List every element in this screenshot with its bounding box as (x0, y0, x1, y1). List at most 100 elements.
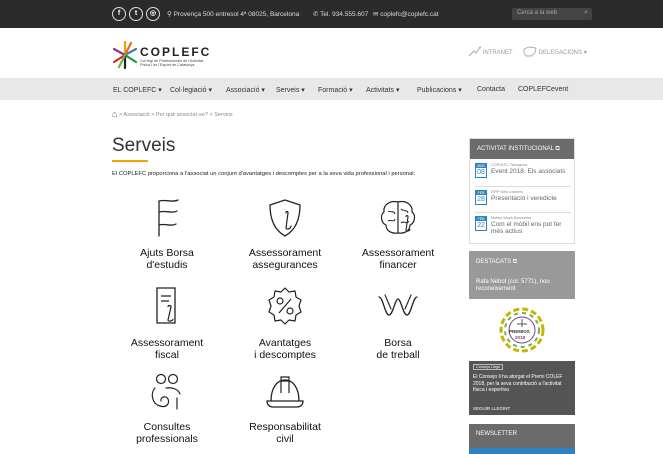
scholarship-icon (158, 199, 179, 237)
nav-label: Associació (226, 87, 260, 94)
phone-icon: ✆ (313, 11, 319, 18)
consultation-people-icon (151, 373, 181, 410)
site-logo[interactable]: COPLEFC Col·legi de Professionals de l'A… (112, 38, 252, 72)
chevron-down-icon: ▾ (301, 87, 305, 94)
facebook-icon[interactable]: f (112, 7, 126, 21)
catalonia-map-icon (523, 46, 537, 57)
breadcrumb: ⌂ > Associació > Per què associar-se? > … (112, 109, 233, 119)
service-label: Avantatges i descomptes (254, 337, 316, 361)
chevron-down-icon: ▾ (208, 87, 213, 94)
nav-item-publicacions[interactable]: Publicacions ▾ (417, 86, 462, 94)
nav-item-formacio[interactable]: Formació ▾ (318, 86, 353, 94)
chevron-down-icon: ▾ (261, 87, 265, 94)
service-label: Consultes professionals (136, 421, 198, 445)
event-title: Com el mòbil ens pot fer més actius (491, 221, 562, 235)
search-placeholder: Cerca a la web (517, 10, 558, 16)
address-info: ⚲ Provença 500 entresol 4ª 08025, Barcel… (167, 10, 299, 18)
nav-item-associacio[interactable]: Associació ▾ (226, 86, 265, 94)
destacat-image: PREMIOS 2018 (469, 299, 575, 361)
event-date: MAR 08 (475, 163, 487, 178)
service-avantatges-descomptes[interactable]: Avantatges i descomptes (230, 285, 340, 361)
hard-hat-icon (266, 376, 304, 408)
event-item[interactable]: FEB 28 FIPP New Leaders Presentació i ve… (475, 190, 571, 212)
phone-text: Tel. 934.555.607 (320, 11, 369, 18)
home-icon[interactable]: ⌂ (112, 109, 117, 119)
logo-subtitle: Col·legi de Professionals de l'Activitat… (140, 59, 230, 67)
nav-label: Activitats (366, 87, 395, 94)
chevron-down-icon: ▾ (583, 50, 587, 56)
activitat-header[interactable]: ACTIVITAT INSTITUCIONAL ⧉ (470, 139, 574, 159)
event-category: COPLEFC Tarragona (491, 163, 528, 167)
nav-item-col-legiacio[interactable]: Col·legiació ▾ (170, 86, 212, 94)
nav-label: Formació (318, 87, 348, 94)
nav-label: Contacta (477, 86, 506, 93)
service-responsabilitat-civil[interactable]: Responsabilitat civil (230, 371, 340, 445)
email-info[interactable]: ✉ coplefc@coplefc.cat (373, 10, 439, 18)
breadcrumb-item[interactable]: Associació (123, 112, 149, 118)
intro-text: El COPLEFC proporciona a l'associat un c… (112, 171, 416, 177)
external-link-icon: ⧉ (512, 259, 518, 265)
divider (475, 212, 571, 213)
service-ajuts-borsa[interactable]: Ajuts Borsa d'estudis (112, 197, 222, 271)
event-title: Event 2018. Els associats (491, 168, 566, 175)
service-consultes-professionals[interactable]: Consultes professionals (112, 371, 222, 445)
service-assessorament-assegurances[interactable]: Assessorament assegurances (230, 197, 340, 271)
page-title: Serveis (112, 135, 176, 156)
discount-percent-icon (268, 287, 302, 325)
nav-item-contacta[interactable]: Contacta (477, 86, 505, 93)
badge-text: PREMIOS (509, 329, 530, 334)
delegacions-label: DELEGACIONS (538, 50, 583, 56)
nav-label: Serveis (276, 87, 300, 94)
breadcrumb-item[interactable]: Per què associar-se? (156, 112, 208, 118)
financial-brain-icon (380, 200, 416, 234)
read-more-link[interactable]: SEGUIR LLEGINT (473, 406, 510, 411)
instagram-icon[interactable]: ◎ (146, 7, 160, 21)
logo-subtitle-line2: Física i de l'Esport de Catalunya (140, 63, 195, 67)
intranet-link[interactable]: INTRANET (468, 46, 513, 57)
nav-item-activitats[interactable]: Activitats ▾ (366, 86, 399, 94)
event-category: Mobile Week Barcelona (491, 216, 532, 220)
news-tag: Consejo Llegir (473, 364, 504, 370)
search-icon[interactable]: ⌕ (584, 9, 588, 17)
destacat-text: Rafa Nebot (col. 5771), nou reconeixemen… (476, 279, 550, 292)
event-item[interactable]: MAR 08 COPLEFC Tarragona Event 2018. Els… (475, 163, 571, 185)
chevron-down-icon: ▾ (158, 87, 162, 94)
chevron-down-icon: ▾ (349, 87, 353, 94)
nav-label: EL COPLEFC (113, 87, 157, 94)
badge-year: 2018 (515, 335, 526, 340)
twitter-icon[interactable]: t (129, 7, 143, 21)
nav-item-el-coplefc[interactable]: EL COPLEFC ▾ (113, 86, 162, 94)
phone-info[interactable]: ✆ Tel. 934.555.607 (313, 10, 368, 18)
service-label: Assessorament fiscal (130, 337, 204, 361)
newsletter-widget: NEWSLETTER (469, 424, 575, 454)
service-borsa-treball[interactable]: Borsa de treball (343, 285, 453, 361)
activitat-widget: ACTIVITAT INSTITUCIONAL ⧉ MAR 08 COPLEFC… (469, 138, 575, 244)
delegacions-link[interactable]: DELEGACIONS ▾ (523, 46, 587, 57)
event-day: 08 (477, 169, 485, 176)
location-pin-icon: ⚲ (167, 11, 172, 18)
logo-brand-text: COPLEFC (140, 45, 212, 59)
divider (475, 186, 571, 187)
title-underline (112, 160, 148, 162)
search-input[interactable]: Cerca a la web ⌕ (512, 8, 592, 20)
event-item[interactable]: FEB 22 Mobile Week Barcelona Com el mòbi… (475, 216, 571, 242)
event-date: FEB 22 (475, 216, 487, 231)
logo-star-icon (112, 40, 138, 70)
nav-item-serveis[interactable]: Serveis ▾ (276, 86, 305, 94)
newsletter-signup-button[interactable] (469, 448, 575, 454)
service-assessorament-fiscal[interactable]: Assessorament fiscal (112, 285, 222, 361)
news-text: El Consejo li ha atorgat el Premi COLEF … (473, 374, 563, 393)
destacats-widget[interactable]: DESTACATS ⧉ Rafa Nebot (col. 5771), nou … (469, 251, 575, 415)
event-day: 22 (477, 222, 485, 229)
nav-label: Publicacions (417, 87, 457, 94)
destacats-header[interactable]: DESTACATS ⧉ (469, 251, 575, 273)
insurance-shield-icon (269, 199, 301, 237)
newsletter-title: NEWSLETTER (476, 431, 518, 437)
intranet-label: INTRANET (482, 50, 513, 56)
activitat-title: ACTIVITAT INSTITUCIONAL (477, 146, 554, 152)
news-card[interactable]: Consejo Llegir El Consejo li ha atorgat … (469, 361, 575, 415)
service-label: Assessorament financer (361, 247, 435, 271)
service-assessorament-financer[interactable]: Assessorament financer (343, 197, 453, 271)
chevron-down-icon: ▾ (458, 87, 462, 94)
nav-item-coplefcevent[interactable]: COPLEFCevent (518, 86, 568, 93)
